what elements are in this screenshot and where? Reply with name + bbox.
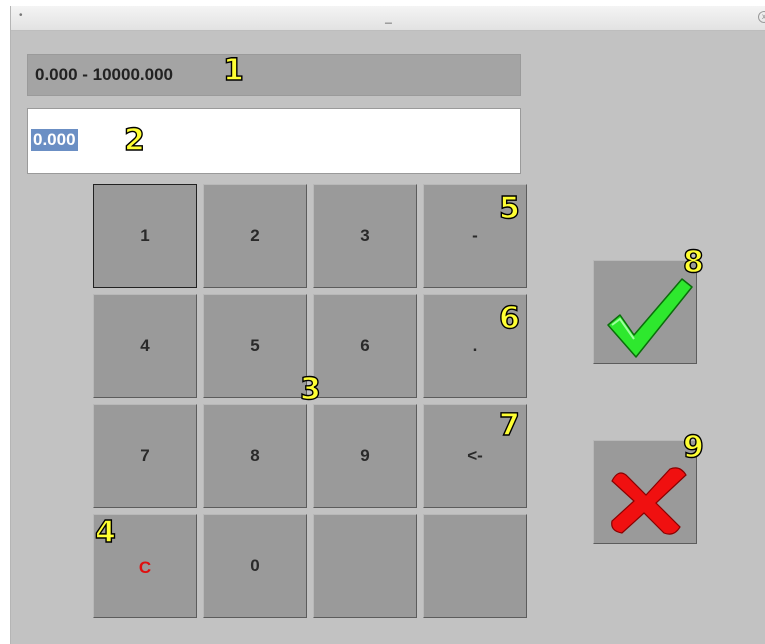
callout-9: 9: [682, 430, 704, 465]
key-blank-1[interactable]: [313, 514, 417, 618]
window-close-button[interactable]: x: [758, 11, 765, 23]
confirm-button[interactable]: [593, 260, 697, 364]
key-label: 2: [250, 226, 260, 245]
callout-6: 6: [498, 301, 520, 336]
key-3[interactable]: 3: [313, 184, 417, 288]
callout-1: 1: [222, 53, 244, 88]
key-label: C: [138, 558, 152, 577]
callout-5: 5: [498, 191, 520, 226]
key-label: 0: [250, 556, 260, 575]
key-9[interactable]: 9: [313, 404, 417, 508]
key-1[interactable]: 1: [93, 184, 197, 288]
key-label: 9: [360, 446, 370, 465]
key-label: 3: [360, 226, 370, 245]
window-title: _: [385, 10, 392, 24]
key-label: <-: [467, 446, 483, 465]
title-bar: • _ x: [11, 6, 765, 31]
key-label: 5: [250, 336, 260, 355]
key-label: .: [472, 336, 478, 355]
key-label: 6: [360, 336, 370, 355]
key-6[interactable]: 6: [313, 294, 417, 398]
key-8[interactable]: 8: [203, 404, 307, 508]
key-4[interactable]: 4: [93, 294, 197, 398]
value-input-field[interactable]: 0.000: [27, 108, 521, 174]
callout-3: 3: [299, 372, 321, 407]
selected-input-value[interactable]: 0.000: [31, 129, 78, 151]
key-label: -: [472, 226, 478, 245]
key-label: 4: [140, 336, 150, 355]
key-0[interactable]: 0: [203, 514, 307, 618]
cancel-button[interactable]: [593, 440, 697, 544]
callout-8: 8: [682, 245, 704, 280]
key-2[interactable]: 2: [203, 184, 307, 288]
callout-7: 7: [498, 408, 520, 443]
key-blank-2[interactable]: [423, 514, 527, 618]
key-label: 1: [140, 226, 150, 245]
callout-2: 2: [123, 123, 145, 158]
value-range-display: 0.000 - 10000.000: [27, 54, 521, 96]
key-7[interactable]: 7: [93, 404, 197, 508]
key-5[interactable]: 5: [203, 294, 307, 398]
key-label: 7: [140, 446, 150, 465]
callout-4: 4: [94, 515, 116, 550]
numeric-keypad-window: • _ x 0.000 - 10000.000 0.000 1 2 3 - 4 …: [10, 6, 765, 644]
key-label: 8: [250, 446, 260, 465]
